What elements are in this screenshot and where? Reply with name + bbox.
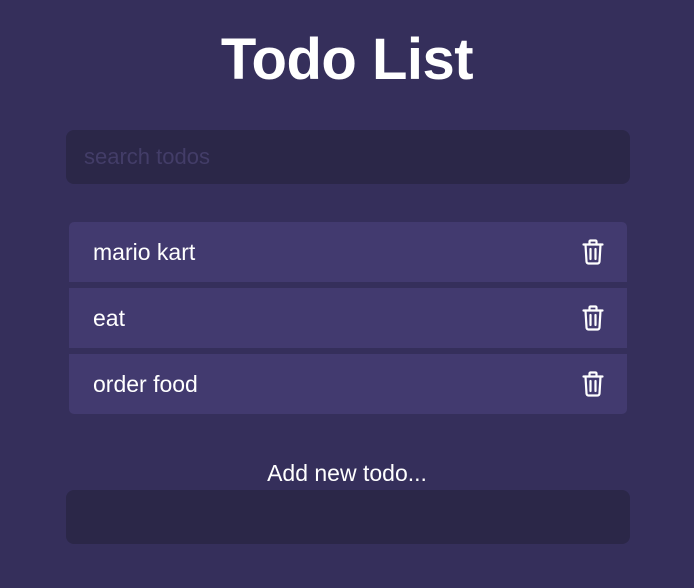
trash-icon[interactable]: [581, 305, 605, 331]
add-todo-input[interactable]: [66, 490, 630, 544]
search-input[interactable]: [66, 130, 630, 184]
todo-item: eat: [69, 288, 627, 348]
todo-list: mario kart eat order food: [69, 222, 627, 414]
todo-text: mario kart: [93, 239, 196, 265]
todo-item: mario kart: [69, 222, 627, 282]
add-todo-label: Add new todo...: [267, 460, 427, 486]
trash-icon[interactable]: [581, 239, 605, 265]
todo-text: order food: [93, 371, 198, 397]
todo-item: order food: [69, 354, 627, 414]
todo-text: eat: [93, 305, 125, 331]
trash-icon[interactable]: [581, 371, 605, 397]
page-title: Todo List: [220, 27, 474, 92]
